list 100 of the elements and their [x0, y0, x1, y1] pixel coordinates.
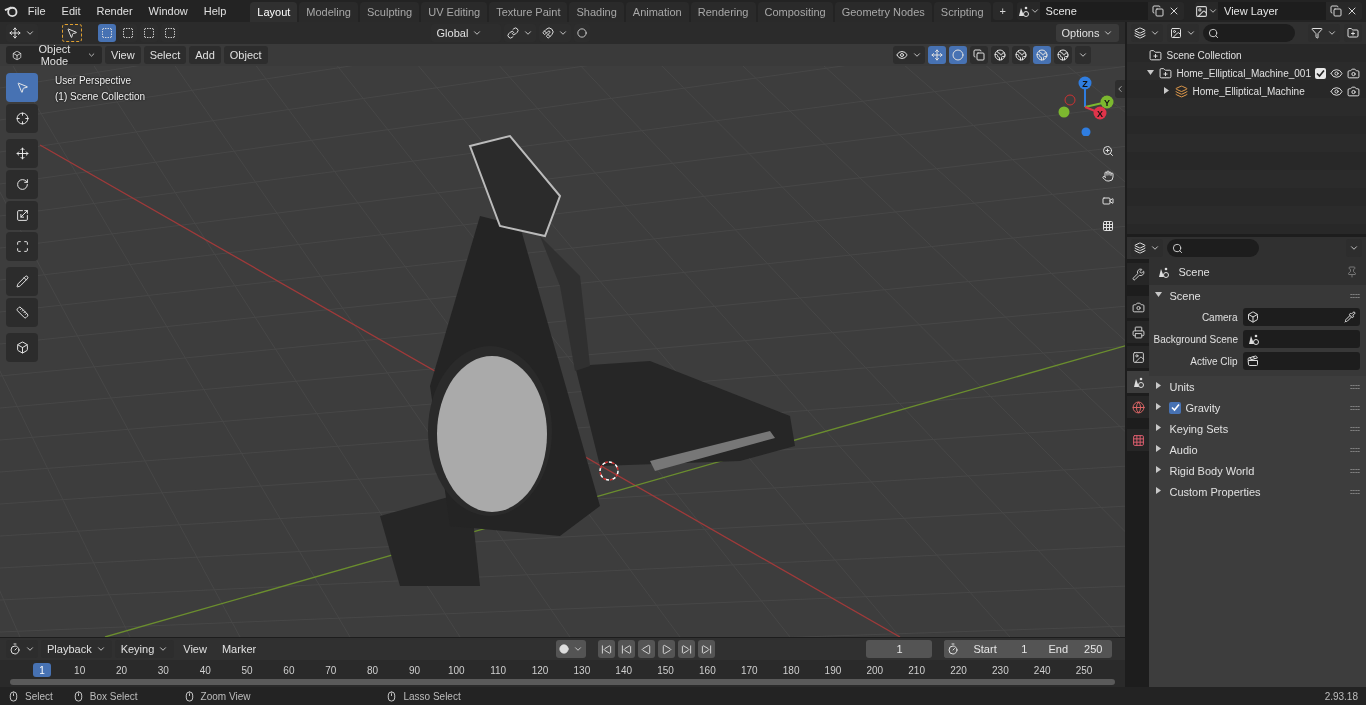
viewport-menu[interactable]: Add: [189, 46, 221, 64]
select-mode-button[interactable]: [98, 24, 116, 42]
transform-tool[interactable]: [6, 232, 38, 261]
shading-mode-button[interactable]: [1054, 46, 1073, 64]
active-tool-button[interactable]: [62, 24, 82, 42]
viewport-menu[interactable]: Select: [143, 46, 187, 64]
jump-start-button[interactable]: [598, 640, 616, 658]
workspace-tab[interactable]: Animation: [625, 2, 689, 22]
end-frame-field[interactable]: End 250: [1038, 643, 1113, 655]
timeline-scrollbar[interactable]: [10, 679, 1116, 685]
menu-item[interactable]: Edit: [54, 1, 88, 21]
auto-key-button[interactable]: [556, 640, 587, 658]
jump-end-button[interactable]: [698, 640, 716, 658]
add-workspace-button[interactable]: +: [992, 2, 1013, 20]
menu-item[interactable]: Help: [196, 1, 234, 21]
next-keyframe-button[interactable]: [678, 640, 696, 658]
scale-tool[interactable]: [6, 201, 38, 230]
menu-item[interactable]: Window: [141, 1, 195, 21]
shading-mode-button[interactable]: [1012, 46, 1031, 64]
workspace-tab[interactable]: Shading: [569, 2, 624, 22]
properties-tab[interactable]: [1127, 321, 1150, 343]
timeline-menu[interactable]: Playback: [41, 640, 112, 658]
current-frame-field[interactable]: 1: [866, 640, 933, 658]
panel-title[interactable]: Units: [1169, 380, 1346, 393]
rotate-tool[interactable]: [6, 170, 38, 199]
sphere-icon: [1036, 49, 1049, 61]
annotate-tool[interactable]: [6, 267, 38, 296]
properties-tab[interactable]: [1127, 263, 1150, 285]
object-field[interactable]: [1243, 352, 1360, 370]
expand-arrow[interactable]: [1155, 403, 1163, 410]
object-field[interactable]: [1243, 308, 1360, 326]
viewport-menu[interactable]: View: [105, 46, 141, 64]
shading-mode-button[interactable]: [1033, 46, 1052, 64]
options-dropdown[interactable]: Options: [1055, 24, 1120, 42]
panel-title[interactable]: Gravity: [1185, 401, 1346, 414]
workspace-tab[interactable]: Rendering: [690, 2, 756, 22]
object-field[interactable]: [1243, 330, 1360, 348]
menu-item[interactable]: File: [20, 1, 53, 21]
workspace-tab[interactable]: Compositing: [757, 2, 833, 22]
playhead[interactable]: 1: [33, 663, 51, 677]
panel-title[interactable]: Keying Sets: [1169, 422, 1346, 435]
expand-arrow[interactable]: [1155, 487, 1163, 494]
viewport-menu[interactable]: Object: [223, 46, 268, 64]
outliner-item[interactable]: Home_Elliptical_Machine: [1192, 85, 1326, 97]
panel-title[interactable]: Audio: [1169, 443, 1346, 456]
panel-title[interactable]: Scene: [1169, 289, 1346, 302]
overlay-toggle[interactable]: [949, 46, 968, 64]
sidebar-toggle[interactable]: [1115, 80, 1126, 98]
xray-toggle[interactable]: [970, 46, 989, 64]
collection-icon: [1159, 66, 1173, 80]
frame-number: 250: [1075, 665, 1093, 676]
workspace-tab[interactable]: Sculpting: [360, 2, 420, 22]
timeline-menu[interactable]: Marker: [215, 640, 263, 658]
outliner-item[interactable]: Home_Elliptical_Machine_001: [1176, 67, 1311, 79]
timeline-menu[interactable]: Keying: [114, 640, 175, 658]
expand-arrow[interactable]: [1155, 424, 1163, 431]
search-field[interactable]: [1167, 239, 1260, 257]
menu-item[interactable]: Render: [89, 1, 140, 21]
properties-tab[interactable]: [1127, 396, 1150, 418]
expand-arrow[interactable]: [1155, 466, 1163, 473]
expand-arrow[interactable]: [1155, 445, 1163, 452]
workspace-tab[interactable]: Texture Paint: [489, 2, 568, 22]
panel-title[interactable]: Custom Properties: [1169, 485, 1346, 498]
workspace-tab[interactable]: Layout: [250, 2, 298, 22]
search-field[interactable]: [1203, 24, 1296, 42]
workspace-tab[interactable]: Modeling: [299, 2, 358, 22]
properties-tab[interactable]: [1127, 346, 1150, 368]
cursor-tool[interactable]: [6, 104, 38, 133]
frame-number: 240: [1033, 665, 1051, 676]
measure-tool[interactable]: [6, 298, 38, 327]
expand-arrow[interactable]: [1146, 68, 1154, 76]
prev-keyframe-button[interactable]: [618, 640, 636, 658]
properties-tab[interactable]: [1127, 296, 1150, 318]
start-frame-field[interactable]: Start 1: [963, 643, 1038, 655]
expand-arrow[interactable]: [1155, 291, 1163, 298]
workspace-tab[interactable]: Scripting: [933, 2, 991, 22]
panel-checkbox[interactable]: [1169, 401, 1182, 414]
timeline-menu[interactable]: View: [177, 640, 213, 658]
properties-tab[interactable]: [1127, 371, 1150, 393]
panel-title[interactable]: Rigid Body World: [1169, 464, 1346, 477]
new-collection-button[interactable]: [1344, 24, 1362, 42]
navigation-gizmo-drawing[interactable]: Z Y X: [1052, 72, 1116, 136]
mode-dropdown[interactable]: Object Mode: [6, 46, 102, 64]
expand-arrow[interactable]: [1162, 86, 1170, 94]
workspace-tab[interactable]: Geometry Nodes: [834, 2, 932, 22]
exclude-checkbox[interactable]: [1315, 67, 1326, 79]
scene-selector[interactable]: Scene: [1016, 2, 1184, 20]
workspace-tab[interactable]: UV Editing: [421, 2, 488, 22]
view-layer-selector[interactable]: View Layer: [1195, 2, 1362, 20]
play-button[interactable]: [658, 640, 676, 658]
expand-arrow[interactable]: [1155, 382, 1163, 389]
chevron-down-icon: [95, 644, 106, 654]
shading-mode-button[interactable]: [991, 46, 1010, 64]
outliner-item[interactable]: Scene Collection: [1166, 49, 1366, 61]
play-reverse-button[interactable]: [638, 640, 656, 658]
move-tool[interactable]: [6, 139, 38, 168]
add-cube-tool[interactable]: [6, 333, 38, 362]
visibility-button[interactable]: [893, 46, 926, 64]
gizmo-toggle[interactable]: [928, 46, 947, 64]
properties-tab[interactable]: [1127, 429, 1150, 451]
